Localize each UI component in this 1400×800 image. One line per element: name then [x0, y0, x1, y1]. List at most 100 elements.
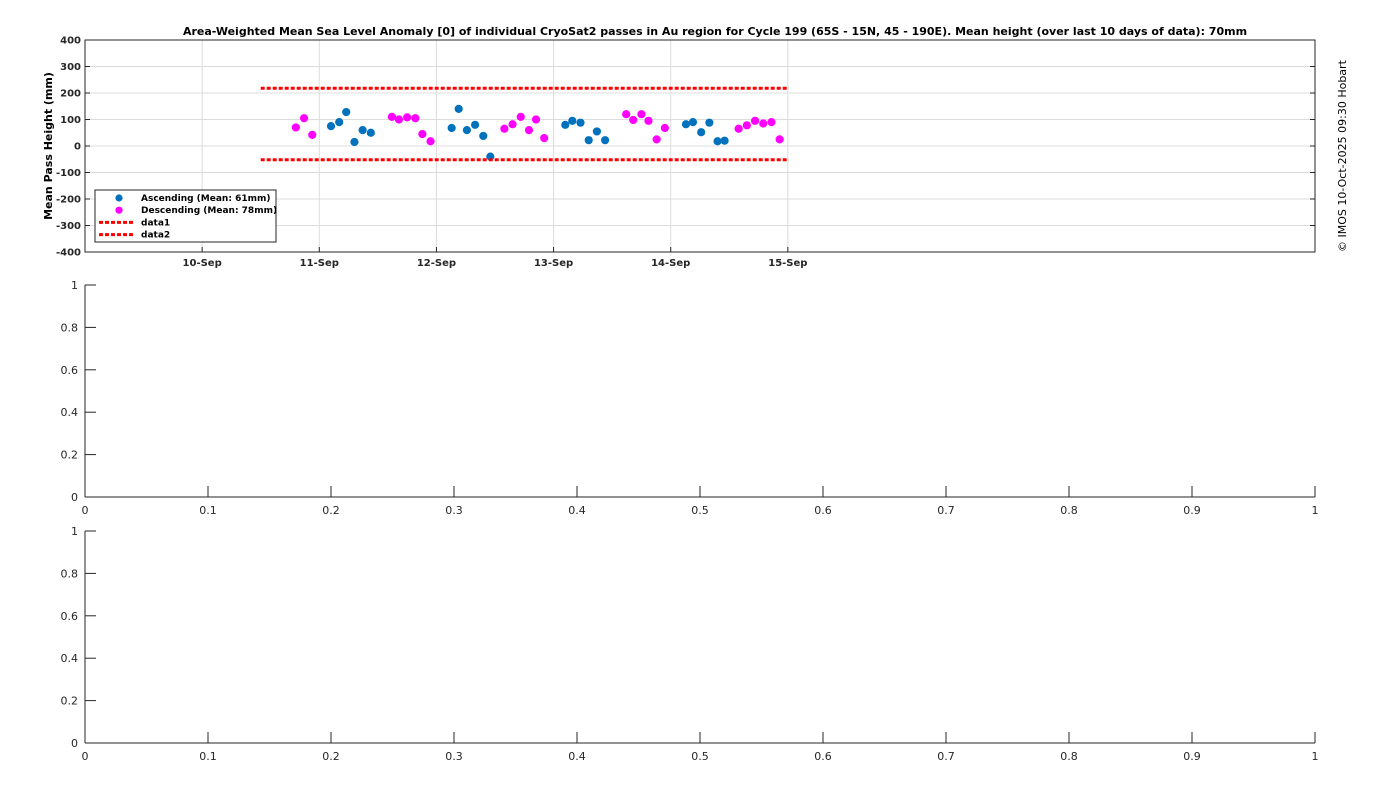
x-tick-label: 0.2 [322, 750, 340, 763]
data-point [342, 107, 351, 117]
data-point [734, 124, 743, 133]
data-point [720, 136, 729, 145]
data-point [516, 112, 525, 121]
y-tick-label: 1 [71, 525, 78, 538]
y-tick-label: 0.6 [61, 610, 79, 623]
data-point [454, 104, 463, 114]
data-point [411, 114, 420, 123]
data-point [470, 120, 480, 129]
chart-title: Area-Weighted Mean Sea Level Anomaly [0]… [183, 25, 1247, 38]
legend-swatch [115, 206, 123, 214]
data-point [394, 115, 404, 124]
data-point [308, 130, 317, 139]
y-tick-label: 0.2 [61, 449, 79, 462]
credit-text: © IMOS 10-Oct-2025 09:30 Hobart [1336, 60, 1349, 252]
y-tick-label: -300 [56, 221, 81, 232]
data-point [576, 118, 585, 127]
data-point [447, 123, 456, 133]
legend-label: Ascending (Mean: 61mm) [141, 194, 270, 204]
x-tick-label: 0.2 [322, 504, 340, 517]
x-tick-label: 0.9 [1183, 750, 1201, 763]
data-point [366, 128, 375, 137]
x-tick-label: 0.6 [814, 750, 832, 763]
x-tick-label: 0.5 [691, 750, 709, 763]
x-tick-label: 0.7 [937, 750, 955, 763]
data-point [592, 127, 602, 136]
y-tick-label: -200 [56, 195, 81, 206]
data-point [500, 124, 509, 133]
x-tick-label: 0.3 [445, 750, 463, 763]
x-tick-label: 1 [1312, 504, 1319, 517]
y-tick-label: 1 [71, 279, 78, 292]
y-axis-label: Mean Pass Height (mm) [42, 72, 55, 220]
y-tick-label: 0.6 [61, 364, 79, 377]
y-tick-label: 0.8 [61, 321, 79, 334]
y-tick-label: 400 [60, 36, 81, 47]
x-tick-label: 0.8 [1060, 504, 1078, 517]
x-tick-label: 0.4 [568, 750, 586, 763]
data-point [637, 110, 646, 119]
y-tick-label: -100 [56, 168, 81, 179]
data-point [479, 131, 488, 141]
data-point [524, 126, 534, 135]
legend-label: Descending (Mean: 78mm) [141, 206, 277, 216]
data-point [750, 116, 760, 125]
x-tick-label: 0.1 [199, 504, 217, 517]
y-tick-label: 0.4 [61, 652, 79, 665]
x-tick-label: 11-Sep [300, 258, 339, 269]
data-point [568, 116, 577, 125]
y-tick-label: 0 [71, 491, 78, 504]
data-point [387, 112, 397, 121]
y-tick-label: 0 [74, 142, 81, 153]
y-tick-label: 0.2 [61, 695, 79, 708]
y-tick-label: 200 [60, 89, 81, 100]
data-point [561, 120, 570, 129]
figure-canvas: 4003002001000-100-200-300-40010-Sep 11-Se… [42, 25, 1319, 763]
x-tick-label: 13-Sep [534, 258, 573, 269]
data-point [681, 120, 691, 129]
y-tick-label: 0 [71, 737, 78, 750]
data-point [652, 135, 661, 144]
data-point [335, 118, 344, 127]
data-point [601, 136, 610, 145]
x-tick-label: 15-Sep [768, 258, 807, 269]
x-tick-label: 14-Sep [651, 258, 690, 269]
data-point [426, 137, 435, 146]
y-tick-label: 100 [60, 115, 81, 126]
x-tick-label: 12-Sep [417, 258, 456, 269]
data-point [326, 122, 336, 131]
data-point [350, 137, 359, 147]
data-point [299, 114, 309, 123]
x-tick-label: 0.9 [1183, 504, 1201, 517]
x-tick-label: 10-Sep [183, 258, 222, 269]
data-point [531, 115, 541, 124]
x-tick-label: 0 [82, 504, 89, 517]
y-tick-label: 0.8 [61, 567, 79, 580]
x-tick-label: 0.4 [568, 504, 586, 517]
legend-label: data1 [141, 218, 170, 228]
legend-swatch [115, 194, 123, 202]
x-tick-label: 0.3 [445, 504, 463, 517]
data-point [622, 110, 631, 119]
data-point [775, 135, 784, 144]
data-point [418, 129, 427, 139]
data-point [767, 118, 776, 127]
data-point [742, 121, 751, 130]
x-tick-label: 0.6 [814, 504, 832, 517]
x-tick-label: 0.1 [199, 750, 217, 763]
data-point [688, 118, 698, 127]
x-tick-label: 0.5 [691, 504, 709, 517]
data-point [584, 136, 593, 145]
x-tick-label: 0.8 [1060, 750, 1078, 763]
data-point [462, 126, 471, 135]
x-tick-label: 0 [82, 750, 89, 763]
y-tick-label: -400 [56, 248, 81, 259]
data-point [629, 115, 638, 125]
data-point [705, 118, 714, 127]
data-point [540, 133, 549, 143]
legend-label: data2 [141, 231, 170, 241]
x-tick-label: 1 [1312, 750, 1319, 763]
data-point [508, 120, 517, 129]
data-point [358, 126, 367, 135]
data-point [644, 116, 653, 125]
